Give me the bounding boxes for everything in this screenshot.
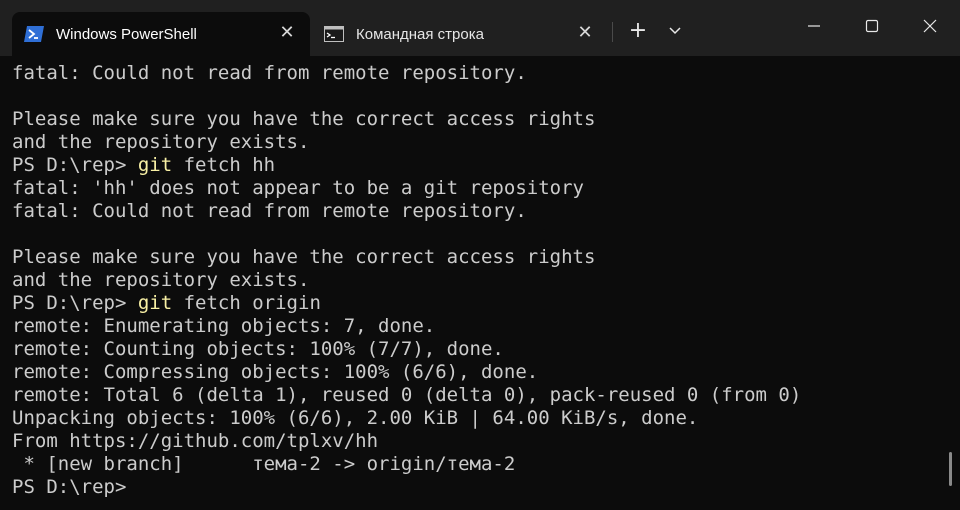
terminal-line: and the repository exists. [12,269,310,291]
minimize-button[interactable] [794,10,834,42]
terminal-line: Please make sure you have the correct ac… [12,108,596,130]
terminal-line: fatal: 'hh' does not appear to be a git … [12,177,584,199]
terminal-line: * [new branch] тема-2 -> origin/тема-2 [12,453,516,475]
tab-label: Windows PowerShell [56,25,197,43]
terminal-line: and the repository exists. [12,131,310,153]
terminal-line: Please make sure you have the correct ac… [12,246,596,268]
terminal-line: Unpacking objects: 100% (6/6), 2.00 KiB … [12,407,699,429]
cmd-icon [324,26,344,42]
tab-windows-powershell[interactable]: Windows PowerShell ✕ [12,12,310,56]
terminal-line: PS D:\rep> git fetch hh [12,154,940,177]
scrollbar[interactable] [949,452,952,486]
terminal-line: PS D:\rep> git fetch origin [12,292,940,315]
tab-label: Командная строка [356,25,484,43]
terminal-line: PS D:\rep> [12,476,940,499]
command-name: git [137,154,173,176]
terminal-line: remote: Total 6 (delta 1), reused 0 (del… [12,384,802,406]
tab-divider [612,22,613,42]
chevron-down-icon[interactable] [664,20,686,42]
title-bar: Windows PowerShell ✕ Командная строка ✕ … [0,0,960,56]
prompt: PS D:\rep> [12,292,138,314]
tab-command-prompt[interactable]: Командная строка ✕ [314,12,608,56]
prompt: PS D:\rep> [12,154,138,176]
close-tab-icon[interactable]: ✕ [576,24,594,42]
terminal-output[interactable]: fatal: Could not read from remote reposi… [12,62,940,510]
terminal-line: fatal: Could not read from remote reposi… [12,200,527,222]
command-args: fetch origin [172,292,321,314]
close-window-button[interactable] [910,10,950,42]
terminal-line: remote: Counting objects: 100% (7/7), do… [12,338,504,360]
prompt: PS D:\rep> [12,476,127,498]
new-tab-button[interactable]: + [626,18,650,44]
powershell-icon [24,26,44,42]
close-tab-icon[interactable]: ✕ [278,24,296,42]
terminal-line: fatal: Could not read from remote reposi… [12,62,527,84]
command-args: fetch hh [172,154,276,176]
terminal-line: From https://github.com/tplxv/hh [12,430,379,452]
maximize-button[interactable] [852,10,892,42]
terminal-line: remote: Enumerating objects: 7, done. [12,315,436,337]
command-name: git [137,292,173,314]
terminal-line: remote: Compressing objects: 100% (6/6),… [12,361,539,383]
